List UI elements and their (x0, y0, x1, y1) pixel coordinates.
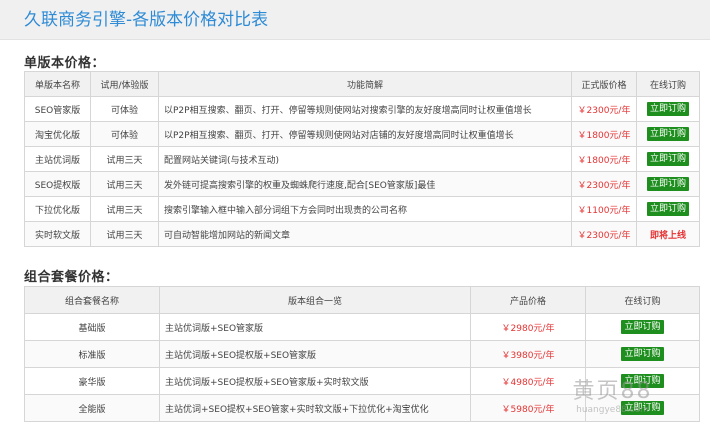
feature-description: 搜索引擎输入框中输入部分词组下方会同时出现贵的公司名称 (158, 196, 572, 222)
version-price: ￥2300元/年 (571, 221, 637, 247)
col-header-order: 在线订购 (636, 71, 700, 97)
table-row: SEO提权版 试用三天 发外链可提高搜索引擎的权重及蜘蛛爬行速度,配合[SEO管… (24, 171, 700, 197)
order-now-button[interactable]: 立即订购 (621, 401, 664, 415)
package-combination: 主站优词版+SEO提权版+SEO管家版+实时软文版 (159, 367, 471, 395)
order-cell: 即将上线 (636, 221, 700, 247)
table-header-row: 组合套餐名称 版本组合一览 产品价格 在线订购 (24, 286, 700, 314)
col-header-name: 单版本名称 (24, 71, 91, 97)
table-row: 淘宝优化版 可体验 以P2P相互搜索、翻页、打开、停留等规则使网站对店铺的友好度… (24, 121, 700, 147)
combo-package-price-table: 组合套餐名称 版本组合一览 产品价格 在线订购 基础版 主站优词版+SEO管家版… (24, 286, 700, 422)
order-now-button[interactable]: 立即订购 (621, 320, 664, 334)
order-now-button[interactable]: 立即订购 (621, 374, 664, 388)
version-name: SEO提权版 (24, 171, 91, 197)
trial-status: 试用三天 (90, 221, 159, 247)
package-combination: 主站优词+SEO提权+SEO管家+实时软文版+下拉优化+淘宝优化 (159, 394, 471, 422)
table-row: 豪华版 主站优词版+SEO提权版+SEO管家版+实时软文版 ￥4980元/年 立… (24, 367, 700, 395)
version-price: ￥2300元/年 (571, 171, 637, 197)
order-cell: 立即订购 (585, 394, 700, 422)
order-cell: 立即订购 (636, 196, 700, 222)
table-row: 基础版 主站优词版+SEO管家版 ￥2980元/年 立即订购 (24, 313, 700, 341)
package-name: 标准版 (24, 340, 160, 368)
feature-description: 以P2P相互搜索、翻页、打开、停留等规则使网站对店铺的友好度增高同时让权重值增长 (158, 121, 572, 147)
col-header-package-name: 组合套餐名称 (24, 286, 160, 314)
version-price: ￥1800元/年 (571, 121, 637, 147)
package-combination: 主站优词版+SEO管家版 (159, 313, 471, 341)
feature-description: 发外链可提高搜索引擎的权重及蜘蛛爬行速度,配合[SEO管家版]最佳 (158, 171, 572, 197)
single-version-title: 单版本价格： (24, 56, 106, 71)
package-price: ￥5980元/年 (470, 394, 586, 422)
table-header-row: 单版本名称 试用/体验版 功能简解 正式版价格 在线订购 (24, 71, 700, 97)
order-cell: 立即订购 (636, 96, 700, 122)
table-row: 标准版 主站优词版+SEO提权版+SEO管家版 ￥3980元/年 立即订购 (24, 340, 700, 368)
page-header: 久联商务引擎-各版本价格对比表 (0, 0, 710, 40)
feature-description: 配置网站关键词(与技术互动) (158, 146, 572, 172)
package-price: ￥3980元/年 (470, 340, 586, 368)
feature-description: 以P2P相互搜索、翻页、打开、停留等规则使网站对搜索引擎的友好度增高同时让权重值… (158, 96, 572, 122)
version-price: ￥1800元/年 (571, 146, 637, 172)
col-header-trial: 试用/体验版 (90, 71, 159, 97)
page-title: 久联商务引擎-各版本价格对比表 (24, 10, 269, 30)
trial-status: 试用三天 (90, 196, 159, 222)
version-price: ￥1100元/年 (571, 196, 637, 222)
order-cell: 立即订购 (585, 367, 700, 395)
order-cell: 立即订购 (636, 146, 700, 172)
trial-status: 可体验 (90, 96, 159, 122)
coming-soon-label: 即将上线 (649, 230, 686, 241)
order-now-button[interactable]: 立即订购 (646, 202, 689, 216)
order-cell: 立即订购 (636, 121, 700, 147)
col-header-product-price: 产品价格 (470, 286, 586, 314)
feature-description: 可自动智能增加网站的新闻文章 (158, 221, 572, 247)
col-header-combination: 版本组合一览 (159, 286, 471, 314)
order-now-button[interactable]: 立即订购 (646, 177, 689, 191)
table-row: 全能版 主站优词+SEO提权+SEO管家+实时软文版+下拉优化+淘宝优化 ￥59… (24, 394, 700, 422)
col-header-desc: 功能简解 (158, 71, 572, 97)
order-now-button[interactable]: 立即订购 (646, 127, 689, 141)
trial-status: 试用三天 (90, 146, 159, 172)
table-row: SEO管家版 可体验 以P2P相互搜索、翻页、打开、停留等规则使网站对搜索引擎的… (24, 96, 700, 122)
version-name: 实时软文版 (24, 221, 91, 247)
order-now-button[interactable]: 立即订购 (646, 102, 689, 116)
table-row: 下拉优化版 试用三天 搜索引擎输入框中输入部分词组下方会同时出现贵的公司名称 ￥… (24, 196, 700, 222)
order-cell: 立即订购 (585, 340, 700, 368)
trial-status: 试用三天 (90, 171, 159, 197)
version-name: 淘宝优化版 (24, 121, 91, 147)
package-combination: 主站优词版+SEO提权版+SEO管家版 (159, 340, 471, 368)
package-name: 全能版 (24, 394, 160, 422)
col-header-price: 正式版价格 (571, 71, 637, 97)
col-header-order: 在线订购 (585, 286, 700, 314)
trial-status: 可体验 (90, 121, 159, 147)
package-price: ￥4980元/年 (470, 367, 586, 395)
table-row: 主站优词版 试用三天 配置网站关键词(与技术互动) ￥1800元/年 立即订购 (24, 146, 700, 172)
order-now-button[interactable]: 立即订购 (646, 152, 689, 166)
single-version-price-table: 单版本名称 试用/体验版 功能简解 正式版价格 在线订购 SEO管家版 可体验 … (24, 71, 700, 247)
table-row: 实时软文版 试用三天 可自动智能增加网站的新闻文章 ￥2300元/年 即将上线 (24, 221, 700, 247)
version-name: 主站优词版 (24, 146, 91, 172)
combo-package-title: 组合套餐价格： (24, 270, 119, 285)
package-name: 豪华版 (24, 367, 160, 395)
order-cell: 立即订购 (636, 171, 700, 197)
order-now-button[interactable]: 立即订购 (621, 347, 664, 361)
version-name: SEO管家版 (24, 96, 91, 122)
version-price: ￥2300元/年 (571, 96, 637, 122)
package-price: ￥2980元/年 (470, 313, 586, 341)
version-name: 下拉优化版 (24, 196, 91, 222)
order-cell: 立即订购 (585, 313, 700, 341)
package-name: 基础版 (24, 313, 160, 341)
